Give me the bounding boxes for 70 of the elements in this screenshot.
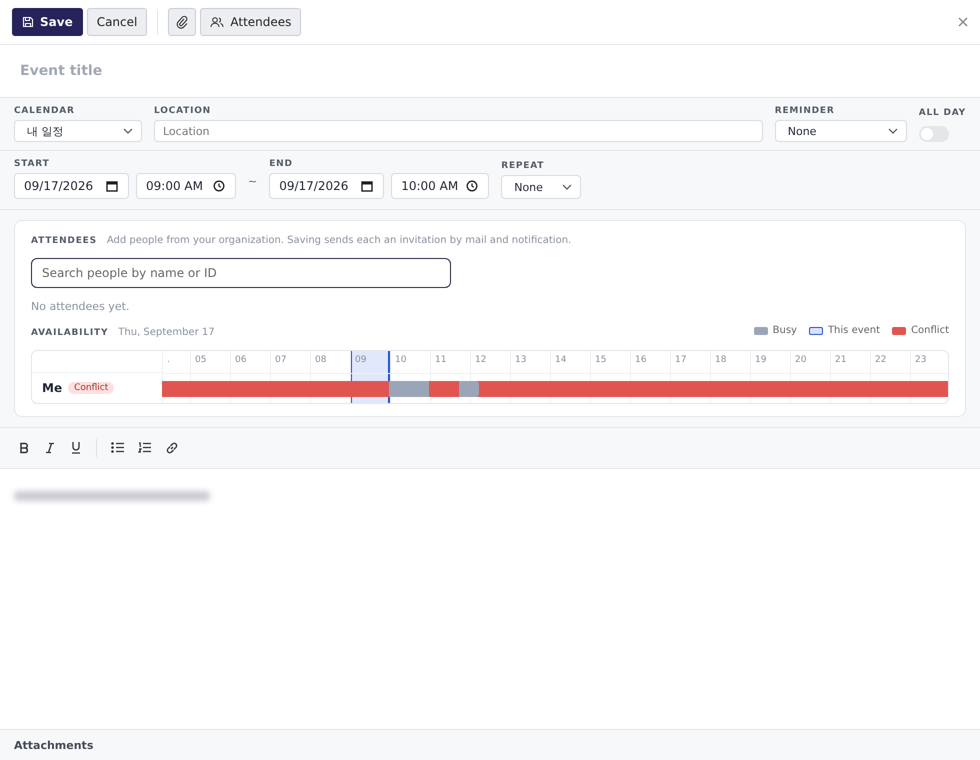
hour-label: 18 <box>715 354 726 364</box>
underline-icon[interactable] <box>70 441 82 454</box>
location-field[interactable]: Location <box>154 120 763 142</box>
hour-label: 07 <box>275 354 286 364</box>
legend-label: Conflict <box>911 325 949 336</box>
attach-button[interactable] <box>168 8 196 36</box>
availability-date: Thu, September 17 <box>118 326 215 338</box>
people-icon <box>210 16 224 28</box>
hour-label: 06 <box>235 354 246 364</box>
conflict-badge: Conflict <box>68 382 114 394</box>
chevron-down-icon <box>562 184 572 190</box>
empty-attendees-text: No attendees yet. <box>31 300 130 313</box>
hour-label: 23 <box>915 354 926 364</box>
attendees-button[interactable]: Attendees <box>200 8 302 36</box>
reminder-select[interactable]: None <box>774 120 907 142</box>
legend-label: This event <box>828 325 880 336</box>
hour-label: 14 <box>555 354 566 364</box>
all-day-label: ALL DAY <box>918 108 966 118</box>
hour-label: 21 <box>835 354 846 364</box>
range-separator: ~ <box>248 174 258 188</box>
hour-label: 16 <box>635 354 646 364</box>
link-icon[interactable] <box>165 440 179 454</box>
repeat-label: REPEAT <box>501 161 546 171</box>
availability-label: AVAILABILITY <box>31 328 108 338</box>
numbered-list-icon[interactable] <box>138 442 151 453</box>
attachments-label: Attachments <box>14 738 94 752</box>
attendee-name: Me <box>42 380 62 394</box>
calendar-label: CALENDAR <box>14 106 76 116</box>
hour-label: 19 <box>755 354 766 364</box>
paperclip-icon <box>175 15 190 29</box>
event-title-field[interactable]: Event title <box>18 62 622 80</box>
hour-label: 08 <box>315 354 326 364</box>
hour-label: 20 <box>795 354 806 364</box>
start-time-field[interactable]: 09:00 AM <box>136 173 236 199</box>
end-label: END <box>269 159 294 169</box>
calendar-select[interactable]: 내 일정 <box>14 120 142 142</box>
chevron-down-icon <box>123 128 133 134</box>
reminder-label: REMINDER <box>774 106 836 116</box>
hour-label: 13 <box>515 354 526 364</box>
hour-label: 12 <box>475 354 486 364</box>
cancel-button[interactable]: Cancel <box>86 8 148 36</box>
hour-label: 17 <box>675 354 686 364</box>
hour-label: 05 <box>195 354 206 364</box>
bullet-list-icon[interactable] <box>111 442 124 453</box>
start-date-field[interactable]: 09/17/2026 <box>14 173 129 199</box>
clock-icon <box>466 180 478 192</box>
italic-icon[interactable] <box>44 442 56 454</box>
hour-label: 10 <box>395 354 406 364</box>
bold-icon[interactable] <box>18 442 30 454</box>
attendees-label: ATTENDEES <box>31 236 97 246</box>
end-date-field[interactable]: 09/17/2026 <box>269 173 384 199</box>
clock-icon <box>213 180 225 192</box>
calendar-icon <box>106 180 118 192</box>
close-icon[interactable] <box>958 17 968 27</box>
hour-label: 11 <box>435 354 446 364</box>
legend-label: Busy <box>772 325 797 336</box>
start-label: START <box>14 159 51 169</box>
calendar-icon <box>361 180 374 192</box>
hour-label: 15 <box>595 354 606 364</box>
location-label: LOCATION <box>154 106 212 116</box>
hour-label: 09 <box>355 354 366 364</box>
chevron-down-icon <box>888 128 898 134</box>
people-search-field[interactable]: Search people by name or ID <box>31 258 451 288</box>
hour-label: . <box>167 354 170 364</box>
repeat-select[interactable]: None <box>501 175 582 199</box>
all-day-toggle[interactable] <box>918 126 949 142</box>
end-time-field[interactable]: 10:00 AM <box>391 173 490 199</box>
attendees-hint: Add people from your organization. Saving sends each an invitation by mail and notification. <box>106 235 572 246</box>
save-button[interactable]: Save <box>12 8 83 36</box>
hour-label: 22 <box>875 354 886 364</box>
